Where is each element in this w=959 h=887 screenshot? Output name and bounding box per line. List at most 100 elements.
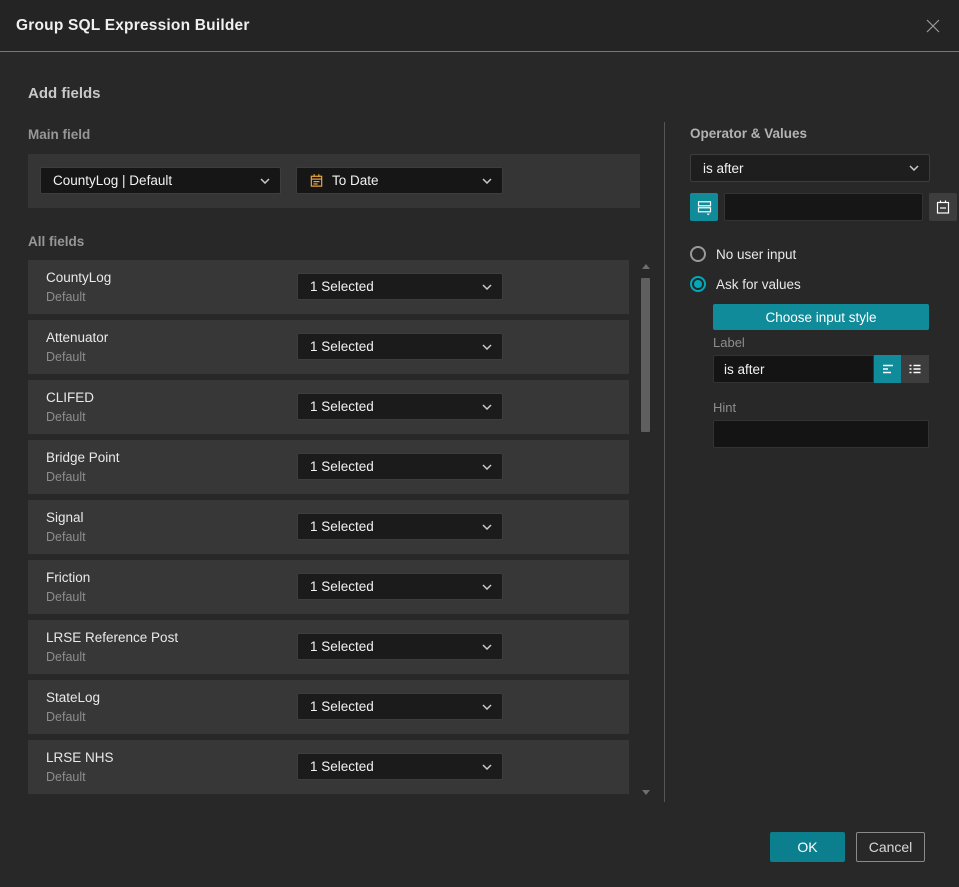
field-name: Friction [46,570,91,585]
field-name: StateLog [46,690,101,705]
add-fields-heading: Add fields [28,85,101,102]
field-name: Attenuator [46,330,109,345]
field-subtitle: Default [46,350,86,364]
field-selected-value: 1 Selected [310,759,374,774]
field-selected-value: 1 Selected [310,639,374,654]
field-subtitle: Default [46,290,86,304]
operator-value-input[interactable] [724,193,923,221]
label-input[interactable] [713,355,874,383]
chevron-down-icon [909,165,919,171]
field-selected-value: 1 Selected [310,279,374,294]
label-field-label: Label [713,335,745,350]
value-list-button[interactable] [690,193,718,221]
close-button[interactable] [921,14,945,38]
scroll-down-arrow[interactable] [642,790,650,795]
calendar-icon [309,173,324,188]
field-selected-value: 1 Selected [310,339,374,354]
bullet-list-style-button[interactable] [901,355,929,383]
chevron-down-icon [482,763,492,770]
label-input-row [713,355,929,383]
radio-ask-for-values-label: Ask for values [716,276,801,292]
ok-button[interactable]: OK [770,832,845,862]
chevron-down-icon [482,403,492,410]
field-selected-dropdown[interactable]: 1 Selected [297,453,503,480]
field-subtitle: Default [46,650,86,664]
field-subtitle: Default [46,710,86,724]
field-name: CountyLog [46,270,112,285]
field-selected-value: 1 Selected [310,399,374,414]
chevron-down-icon [482,177,492,184]
calendar-icon [936,200,950,214]
main-field-label: Main field [28,127,91,142]
radio-icon [690,246,706,262]
stacked-rows-icon [697,200,711,215]
field-row: Friction Default 1 Selected [28,560,629,614]
main-field-select[interactable]: CountyLog | Default [40,167,281,194]
value-calendar-button[interactable] [929,193,957,221]
hint-input[interactable] [713,420,929,448]
field-subtitle: Default [46,590,86,604]
all-fields-label: All fields [28,234,85,249]
group-sql-expression-builder-dialog: Group SQL Expression Builder Add fields … [0,0,959,887]
field-subtitle: Default [46,470,86,484]
panel-divider [664,122,665,802]
field-selected-dropdown[interactable]: 1 Selected [297,333,503,360]
field-selected-value: 1 Selected [310,519,374,534]
operator-select-value: is after [703,160,744,176]
field-selected-dropdown[interactable]: 1 Selected [297,693,503,720]
radio-no-user-input[interactable]: No user input [690,245,796,263]
operator-values-heading: Operator & Values [690,126,808,141]
field-name: LRSE Reference Post [46,630,179,645]
field-subtitle: Default [46,530,86,544]
field-name: LRSE NHS [46,750,114,765]
hint-field-label: Hint [713,400,737,415]
operator-select[interactable]: is after [690,154,930,182]
chevron-down-icon [482,283,492,290]
field-row: Bridge Point Default 1 Selected [28,440,629,494]
field-row: StateLog Default 1 Selected [28,680,629,734]
chevron-down-icon [260,177,270,184]
bullet-list-icon [909,364,921,374]
radio-no-user-input-label: No user input [716,246,797,262]
field-name: CLIFED [46,390,95,405]
cancel-button[interactable]: Cancel [856,832,925,862]
field-row: Attenuator Default 1 Selected [28,320,629,374]
field-name: Signal [46,510,84,525]
field-selected-dropdown[interactable]: 1 Selected [297,753,503,780]
scrollbar-thumb[interactable] [641,278,650,432]
field-selected-dropdown[interactable]: 1 Selected [297,393,503,420]
main-field-date-select[interactable]: To Date [296,167,503,194]
scrollbar[interactable] [641,258,650,798]
main-field-date-value: To Date [332,173,379,188]
field-row: LRSE NHS Default 1 Selected [28,740,629,794]
field-subtitle: Default [46,410,86,424]
main-field-panel: CountyLog | Default To Date [28,154,640,208]
field-selected-value: 1 Selected [310,699,374,714]
field-selected-value: 1 Selected [310,459,374,474]
dialog-title: Group SQL Expression Builder [16,16,250,34]
main-field-select-value: CountyLog | Default [53,173,173,188]
field-row: CountyLog Default 1 Selected [28,260,629,314]
align-left-icon [882,364,893,374]
field-selected-dropdown[interactable]: 1 Selected [297,573,503,600]
chevron-down-icon [482,343,492,350]
choose-input-style-button[interactable]: Choose input style [713,304,929,330]
operator-value-row [690,193,957,221]
chevron-down-icon [482,643,492,650]
field-row: CLIFED Default 1 Selected [28,380,629,434]
chevron-down-icon [482,583,492,590]
align-left-style-button[interactable] [874,355,901,383]
field-row: Signal Default 1 Selected [28,500,629,554]
field-selected-dropdown[interactable]: 1 Selected [297,633,503,660]
field-selected-value: 1 Selected [310,579,374,594]
field-row: LRSE Reference Post Default 1 Selected [28,620,629,674]
radio-ask-for-values[interactable]: Ask for values [690,275,801,293]
chevron-down-icon [482,463,492,470]
field-selected-dropdown[interactable]: 1 Selected [297,513,503,540]
field-subtitle: Default [46,770,86,784]
scroll-up-arrow[interactable] [642,264,650,269]
dialog-titlebar: Group SQL Expression Builder [0,0,959,52]
field-selected-dropdown[interactable]: 1 Selected [297,273,503,300]
radio-selected-icon [690,276,706,292]
all-fields-list: CountyLog Default 1 Selected Attenuator … [28,260,629,800]
